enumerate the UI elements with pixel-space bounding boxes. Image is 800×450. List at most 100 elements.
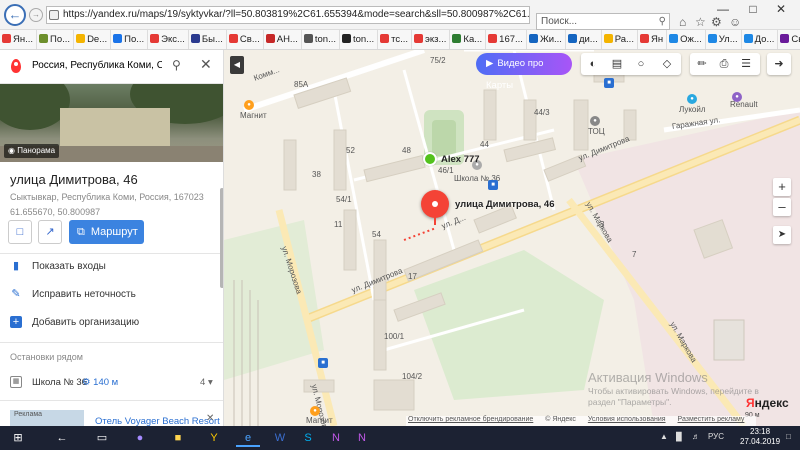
ad-text[interactable]: Отель Voyager Beach Resort xyxy=(95,416,220,426)
traffic-icon[interactable]: ◐ xyxy=(585,56,601,72)
user-pin[interactable] xyxy=(423,152,437,166)
browser-search-input[interactable]: Поиск... ⚲ xyxy=(536,13,670,30)
car-icon[interactable]: ● xyxy=(732,92,742,102)
back-button[interactable]: ← xyxy=(4,4,26,26)
bus-stop-icon[interactable]: ■ xyxy=(604,78,614,88)
terms-link[interactable]: Условия использования xyxy=(588,416,666,423)
word-icon[interactable]: W xyxy=(268,429,292,447)
gear-icon[interactable]: ⚙ xyxy=(711,15,722,29)
print-icon[interactable]: ⎙ xyxy=(716,56,732,72)
favorite-item[interactable]: 167... xyxy=(486,30,527,49)
fuel-icon[interactable]: ● xyxy=(687,94,697,104)
notifications-icon[interactable]: □ xyxy=(786,432,791,441)
shop-icon[interactable]: ● xyxy=(244,100,254,110)
favorite-item[interactable]: ton... xyxy=(302,30,340,49)
favorite-item[interactable]: Ян... xyxy=(0,30,38,49)
favorite-item[interactable]: тс... xyxy=(378,30,413,49)
volume-icon[interactable]: ♬ xyxy=(692,432,700,441)
panorama-button[interactable]: ◉ Панорама xyxy=(4,144,60,158)
zoom-out-button[interactable]: – xyxy=(773,198,791,216)
url-bar[interactable]: https://yandex.ru/maps/19/syktyvkar/?ll=… xyxy=(46,6,530,24)
maximize-icon[interactable]: □ xyxy=(746,2,760,16)
search-icon[interactable]: ⚲ xyxy=(659,14,666,29)
favorite-item[interactable]: По... xyxy=(111,30,149,49)
zoom-in-button[interactable]: + xyxy=(773,178,791,196)
star-icon[interactable]: ☆ xyxy=(695,15,706,29)
user-pin-label[interactable]: Alex 777 xyxy=(441,154,480,165)
nearby-stop-item[interactable]: ▦ Школа № 36 ⚙ 140 м 4 ▾ xyxy=(0,368,223,396)
favorite-item[interactable]: Сы... xyxy=(778,30,800,49)
yandex-browser-icon[interactable]: Y xyxy=(202,429,226,447)
back-icon[interactable]: ← xyxy=(50,429,74,447)
favorite-item[interactable]: Ян xyxy=(638,30,668,49)
favorite-item[interactable]: De... xyxy=(74,30,112,49)
my-location-button[interactable]: ➤ xyxy=(773,226,791,244)
login-button[interactable]: ➜ xyxy=(767,53,791,75)
map-label-magnit[interactable]: Магнит xyxy=(240,111,267,120)
search-icon[interactable]: ⚲ xyxy=(172,58,181,72)
share-button[interactable]: ↗ xyxy=(38,220,62,244)
nearby-count[interactable]: 4 ▾ xyxy=(200,377,213,388)
favorite-item[interactable]: Ка... xyxy=(450,30,487,49)
clock[interactable]: 23:18 27.04.2019 xyxy=(740,427,780,447)
onenote-icon[interactable]: N xyxy=(324,429,348,447)
bookmark-button[interactable]: □ xyxy=(8,220,32,244)
ads-link[interactable]: Разместить рекламу xyxy=(678,416,745,423)
collapse-panel-button[interactable]: ◀ xyxy=(230,56,244,74)
panorama-mode-icon[interactable]: ○ xyxy=(633,56,649,72)
explorer-icon[interactable]: ■ xyxy=(166,429,190,447)
favorite-item[interactable]: АН... xyxy=(264,30,302,49)
transport-icon[interactable]: ▤ xyxy=(609,56,625,72)
map-label-lukoil[interactable]: Лукойл xyxy=(679,105,706,114)
favorite-item[interactable]: экз... xyxy=(412,30,451,49)
panel-search-input[interactable]: Россия, Республика Коми, Сыктывкар xyxy=(32,60,162,71)
language-indicator[interactable]: РУС xyxy=(708,432,724,441)
minimize-icon[interactable]: — xyxy=(716,2,730,16)
shop-icon[interactable]: ● xyxy=(310,406,320,416)
ruler-icon[interactable]: ✏ xyxy=(694,56,710,72)
action-fix-inaccuracy[interactable]: ✎ Исправить неточность xyxy=(0,281,223,309)
task-view-icon[interactable]: ▭ xyxy=(90,429,114,447)
layers-icon[interactable]: ◇ xyxy=(659,56,675,72)
forward-button[interactable]: → xyxy=(29,8,43,22)
bus-stop-icon[interactable]: ■ xyxy=(488,180,498,190)
close-icon[interactable]: ✕ xyxy=(200,56,212,73)
route-button[interactable]: ⧉ Маршрут xyxy=(69,220,144,244)
ad-banner[interactable]: Реклама Отель Voyager Beach Resort ✕ xyxy=(0,408,223,426)
place-coordinates[interactable]: 61.655670, 50.800987 xyxy=(10,207,100,217)
skype-icon[interactable]: S xyxy=(296,429,320,447)
favorite-item[interactable]: До... xyxy=(742,30,779,49)
favorite-item[interactable]: ton... xyxy=(340,30,379,49)
map-label-toc[interactable]: ТОЦ xyxy=(588,127,605,136)
favorite-item[interactable]: По... xyxy=(37,30,75,49)
search-result-label[interactable]: улица Димитрова, 46 xyxy=(455,199,555,210)
favorite-item[interactable]: ди... xyxy=(566,30,602,49)
network-icon[interactable]: █ xyxy=(676,432,682,441)
favorite-item[interactable]: Экс... xyxy=(148,30,189,49)
panel-search[interactable]: Россия, Республика Коми, Сыктывкар ⚲ ✕ xyxy=(0,50,223,84)
onenote2-icon[interactable]: N xyxy=(350,429,374,447)
tray-arrow-icon[interactable]: ▲ xyxy=(660,432,668,441)
smiley-icon[interactable]: ☺ xyxy=(729,15,741,29)
yandex-logo[interactable]: Яндекс xyxy=(746,396,789,410)
action-show-entrances[interactable]: ▮ Показать входы xyxy=(0,253,223,281)
favorite-item[interactable]: Ож... xyxy=(667,30,706,49)
video-about-maps-button[interactable]: ▶ Видео про Карты xyxy=(476,53,572,91)
menu-icon[interactable]: ☰ xyxy=(738,56,754,72)
windows-start-icon[interactable]: ⊞ xyxy=(6,429,30,447)
home-icon[interactable]: ⌂ xyxy=(679,15,686,29)
favorite-item[interactable]: Ра... xyxy=(602,30,638,49)
map-canvas[interactable]: Магнит Магнит ТОЦ Лукойл Renault Школа №… xyxy=(224,50,800,426)
favorite-item[interactable]: Ул... xyxy=(706,30,742,49)
favorite-item[interactable]: Св... xyxy=(227,30,264,49)
mall-icon[interactable]: ● xyxy=(590,116,600,126)
disable-branding-link[interactable]: Отключить рекламное брендирование xyxy=(408,416,533,423)
close-icon[interactable]: ✕ xyxy=(206,413,214,424)
ie-icon[interactable]: e xyxy=(236,429,260,447)
action-add-organization[interactable]: + Добавить организацию xyxy=(0,309,223,337)
alice-icon[interactable]: ● xyxy=(128,429,152,447)
bus-stop-icon[interactable]: ■ xyxy=(318,358,328,368)
close-window-icon[interactable]: ✕ xyxy=(774,2,788,16)
search-result-pin[interactable] xyxy=(421,190,449,218)
favorite-item[interactable]: Жи... xyxy=(527,30,566,49)
